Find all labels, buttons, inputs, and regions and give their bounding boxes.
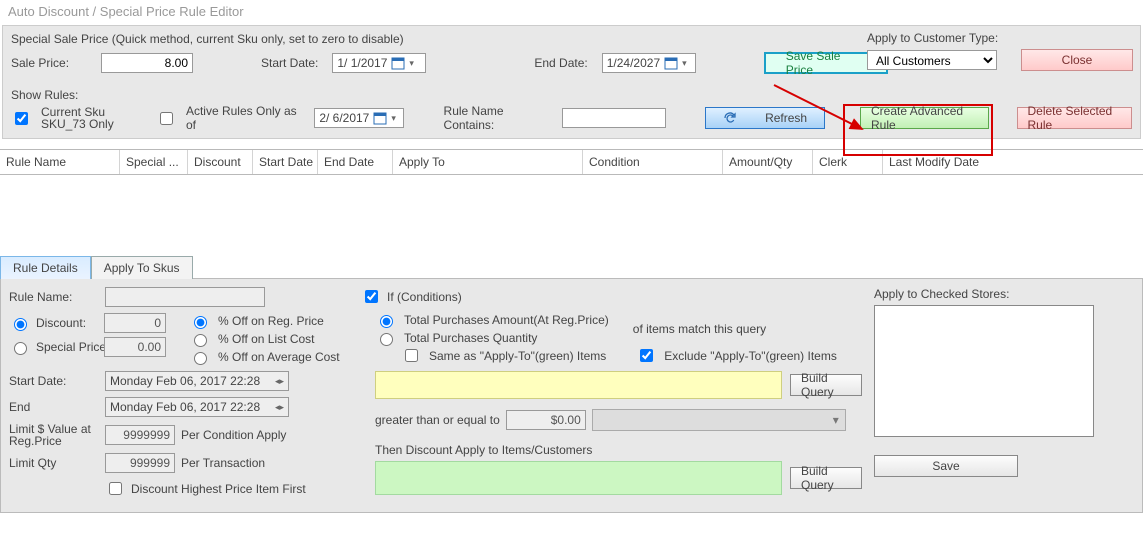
active-only-date-value: 2/ 6/2017 bbox=[319, 111, 369, 125]
col-discount[interactable]: Discount bbox=[188, 150, 253, 174]
detail-end-field[interactable]: Monday Feb 06, 2017 22:28 ◂▸ bbox=[105, 397, 289, 417]
then-query-box bbox=[375, 461, 782, 495]
col-special[interactable]: Special ... bbox=[120, 150, 188, 174]
tab-rule-details[interactable]: Rule Details bbox=[0, 256, 91, 279]
chevron-down-icon: ▾ bbox=[391, 113, 396, 124]
end-date-label: End Date: bbox=[534, 56, 587, 70]
pct-list-label: % Off on List Cost bbox=[218, 332, 315, 346]
customer-type-label: Apply to Customer Type: bbox=[867, 31, 998, 45]
col-amount-qty[interactable]: Amount/Qty bbox=[723, 150, 813, 174]
gte-label: greater than or equal to bbox=[375, 413, 500, 427]
current-sku-checkbox[interactable] bbox=[15, 112, 28, 125]
rule-name-contains-input[interactable] bbox=[562, 108, 666, 128]
discount-highest-checkbox[interactable] bbox=[109, 482, 122, 495]
annotation-highlight bbox=[843, 104, 993, 156]
tab-apply-to-skus[interactable]: Apply To Skus bbox=[91, 256, 193, 279]
spinner-icon: ◂▸ bbox=[275, 376, 284, 387]
pct-avg-radio[interactable] bbox=[194, 352, 207, 365]
same-as-label: Same as "Apply-To"(green) Items bbox=[429, 349, 606, 363]
total-amount-radio[interactable] bbox=[380, 315, 393, 328]
end-date-value: 1/24/2027 bbox=[607, 56, 660, 70]
total-qty-label: Total Purchases Quantity bbox=[404, 331, 537, 345]
same-as-checkbox[interactable] bbox=[405, 349, 418, 362]
delete-selected-rule-button[interactable]: Delete Selected Rule bbox=[1017, 107, 1133, 129]
if-conditions-checkbox[interactable] bbox=[365, 290, 378, 303]
rule-name-label: Rule Name: bbox=[9, 290, 99, 304]
total-amount-label: Total Purchases Amount(At Reg.Price) bbox=[404, 313, 609, 327]
discount-input[interactable] bbox=[104, 313, 166, 333]
current-sku-label: Current Sku SKU_73 Only bbox=[41, 106, 146, 130]
active-only-date-field[interactable]: 2/ 6/2017 ▾ bbox=[314, 108, 404, 128]
start-date-field[interactable]: 1/ 1/2017 ▾ bbox=[332, 53, 426, 73]
gte-select[interactable]: ▾ bbox=[592, 409, 846, 431]
detail-end-label: End bbox=[9, 400, 99, 414]
stores-label: Apply to Checked Stores: bbox=[874, 287, 1134, 301]
calendar-icon bbox=[391, 56, 405, 70]
per-transaction-label: Per Transaction bbox=[181, 456, 265, 470]
detail-end-value: Monday Feb 06, 2017 22:28 bbox=[110, 400, 260, 414]
col-rule-name[interactable]: Rule Name bbox=[0, 150, 120, 174]
gte-input[interactable] bbox=[506, 410, 586, 430]
rule-name-contains-label: Rule Name Contains: bbox=[444, 104, 553, 132]
col-end-date[interactable]: End Date bbox=[318, 150, 393, 174]
pct-reg-radio[interactable] bbox=[194, 316, 207, 329]
calendar-icon bbox=[664, 56, 678, 70]
show-rules-label: Show Rules: bbox=[11, 88, 1132, 102]
limit-qty-label: Limit Qty bbox=[9, 456, 99, 470]
per-condition-label: Per Condition Apply bbox=[181, 428, 286, 442]
detail-start-date-label: Start Date: bbox=[9, 374, 99, 388]
special-price-input[interactable] bbox=[104, 337, 166, 357]
refresh-icon bbox=[723, 111, 737, 125]
then-label: Then Discount Apply to Items/Customers bbox=[375, 443, 862, 457]
active-only-label: Active Rules Only as of bbox=[186, 104, 304, 132]
chevron-down-icon: ▾ bbox=[682, 58, 687, 69]
rule-name-input[interactable] bbox=[105, 287, 265, 307]
of-items-label: of items match this query bbox=[633, 322, 766, 336]
pct-avg-label: % Off on Average Cost bbox=[218, 350, 340, 364]
pct-list-radio[interactable] bbox=[194, 334, 207, 347]
start-date-value: 1/ 1/2017 bbox=[337, 56, 387, 70]
sale-price-input[interactable] bbox=[101, 53, 193, 73]
save-button[interactable]: Save bbox=[874, 455, 1018, 477]
col-start-date[interactable]: Start Date bbox=[253, 150, 318, 174]
build-query-then-button[interactable]: Build Query bbox=[790, 467, 862, 489]
refresh-button[interactable]: Refresh bbox=[705, 107, 824, 129]
limit-qty-input[interactable] bbox=[105, 453, 175, 473]
end-date-field[interactable]: 1/24/2027 ▾ bbox=[602, 53, 696, 73]
pct-reg-label: % Off on Reg. Price bbox=[218, 314, 324, 328]
exclude-label: Exclude "Apply-To"(green) Items bbox=[664, 349, 837, 363]
limit-dollar-label: Limit $ Value at Reg.Price bbox=[9, 423, 99, 447]
customer-type-select[interactable]: All Customers bbox=[867, 50, 997, 70]
discount-label: Discount: bbox=[36, 316, 98, 330]
start-date-label: Start Date: bbox=[261, 56, 318, 70]
tabstrip: Rule Details Apply To Skus bbox=[0, 255, 1143, 278]
special-price-label: Special Price: bbox=[36, 340, 98, 354]
active-only-checkbox[interactable] bbox=[160, 112, 173, 125]
exclude-checkbox[interactable] bbox=[640, 349, 653, 362]
grid-body[interactable] bbox=[0, 175, 1143, 235]
sale-price-label: Sale Price: bbox=[11, 56, 87, 70]
limit-dollar-input[interactable] bbox=[105, 425, 175, 445]
condition-query-box bbox=[375, 371, 782, 399]
spinner-icon: ◂▸ bbox=[275, 402, 284, 413]
window-title: Auto Discount / Special Price Rule Edito… bbox=[0, 0, 1143, 23]
discount-highest-label: Discount Highest Price Item First bbox=[131, 482, 306, 496]
close-button[interactable]: Close bbox=[1021, 49, 1133, 71]
discount-radio[interactable] bbox=[14, 318, 27, 331]
detail-start-date-field[interactable]: Monday Feb 06, 2017 22:28 ◂▸ bbox=[105, 371, 289, 391]
if-conditions-label: If (Conditions) bbox=[387, 290, 462, 304]
col-condition[interactable]: Condition bbox=[583, 150, 723, 174]
detail-start-date-value: Monday Feb 06, 2017 22:28 bbox=[110, 374, 260, 388]
refresh-label: Refresh bbox=[765, 111, 807, 125]
details-panel: Rule Name: Discount: Special Price: % Of… bbox=[0, 278, 1143, 513]
calendar-icon bbox=[373, 111, 387, 125]
stores-listbox[interactable] bbox=[874, 305, 1094, 437]
col-apply-to[interactable]: Apply To bbox=[393, 150, 583, 174]
build-query-condition-button[interactable]: Build Query bbox=[790, 374, 862, 396]
chevron-down-icon: ▾ bbox=[409, 58, 414, 69]
special-price-radio[interactable] bbox=[14, 342, 27, 355]
total-qty-radio[interactable] bbox=[380, 333, 393, 346]
